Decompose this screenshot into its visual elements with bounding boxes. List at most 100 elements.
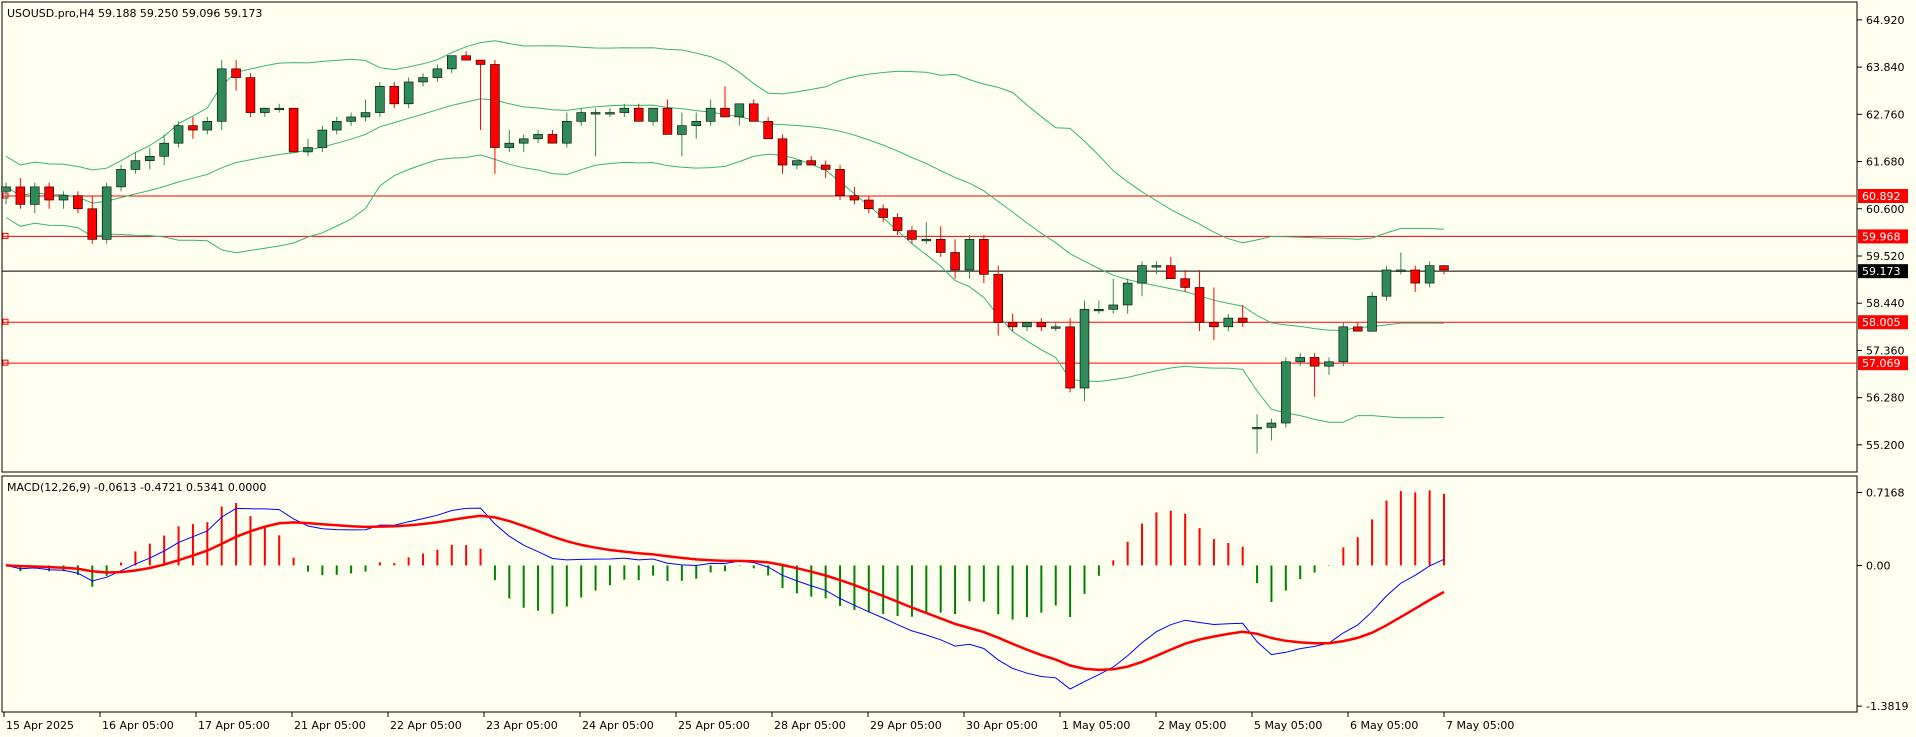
candle-body[interactable] xyxy=(1050,326,1061,329)
candle-body[interactable] xyxy=(202,121,213,131)
candle-body[interactable] xyxy=(1036,322,1047,328)
candle-body[interactable] xyxy=(648,107,658,122)
candle-body[interactable] xyxy=(15,186,26,205)
candle-body[interactable] xyxy=(777,138,788,166)
candle-body[interactable] xyxy=(490,64,500,148)
candle-body[interactable] xyxy=(288,107,299,153)
candle-body[interactable] xyxy=(1352,326,1363,332)
candle-body[interactable] xyxy=(562,121,572,144)
candle-body[interactable] xyxy=(1295,357,1305,363)
candle-body[interactable] xyxy=(720,107,730,118)
candle-body[interactable] xyxy=(317,129,328,148)
candle-body[interactable] xyxy=(1424,265,1435,284)
candle-body[interactable] xyxy=(1410,269,1420,284)
candle-body[interactable] xyxy=(964,239,975,271)
candle-body[interactable] xyxy=(346,116,356,122)
candle-body[interactable] xyxy=(1151,265,1162,268)
candle-body[interactable] xyxy=(274,107,284,110)
candle-body[interactable] xyxy=(749,103,759,122)
candle-body[interactable] xyxy=(260,107,270,113)
candle-body[interactable] xyxy=(1252,427,1262,430)
candle-body[interactable] xyxy=(662,107,673,135)
candle-body[interactable] xyxy=(101,186,112,240)
candle-body[interactable] xyxy=(820,164,831,170)
candle-body[interactable] xyxy=(432,68,443,78)
candle-body[interactable] xyxy=(73,195,83,210)
candle-body[interactable] xyxy=(907,230,917,240)
chart-canvas[interactable]: 64.920 63.840 62.760 61.680 60.600 59.520 58.4… xyxy=(0,0,1916,737)
candle-body[interactable] xyxy=(375,86,385,113)
candle-body[interactable] xyxy=(1180,278,1190,288)
candle-body[interactable] xyxy=(878,208,888,218)
candle-body[interactable] xyxy=(792,160,802,166)
candle-body[interactable] xyxy=(1094,309,1104,312)
candle-body[interactable] xyxy=(1396,269,1406,272)
candle-body[interactable] xyxy=(418,77,428,83)
candle-body[interactable] xyxy=(145,155,155,161)
candle-body[interactable] xyxy=(849,195,860,201)
candle-body[interactable] xyxy=(1338,326,1349,363)
candle-body[interactable] xyxy=(1439,265,1449,271)
candle-body[interactable] xyxy=(1,186,11,192)
candle-body[interactable] xyxy=(130,160,141,170)
candle-body[interactable] xyxy=(590,112,601,115)
candle-body[interactable] xyxy=(1079,309,1090,389)
candle-body[interactable] xyxy=(935,239,946,253)
candle-body[interactable] xyxy=(475,59,486,65)
candle-body[interactable] xyxy=(1209,322,1219,328)
candle-body[interactable] xyxy=(116,169,126,188)
candle-body[interactable] xyxy=(403,81,414,105)
candle-body[interactable] xyxy=(921,239,932,242)
candle-body[interactable] xyxy=(605,112,615,115)
candle-body[interactable] xyxy=(245,77,256,113)
candle-body[interactable] xyxy=(303,147,313,153)
candle-body[interactable] xyxy=(1194,287,1205,323)
candle-body[interactable] xyxy=(1381,269,1392,297)
candle-body[interactable] xyxy=(1367,295,1377,332)
candle-body[interactable] xyxy=(331,121,342,131)
candle-body[interactable] xyxy=(231,68,241,78)
candle-body[interactable] xyxy=(30,186,40,205)
candle-body[interactable] xyxy=(1324,361,1334,367)
candle-body[interactable] xyxy=(979,239,989,275)
candle-body[interactable] xyxy=(159,142,169,157)
candle-body[interactable] xyxy=(87,208,98,240)
candle-body[interactable] xyxy=(1007,322,1018,328)
candle-body[interactable] xyxy=(533,134,543,140)
candle-body[interactable] xyxy=(950,252,960,271)
candle-body[interactable] xyxy=(1223,317,1234,328)
candle-body[interactable] xyxy=(173,125,184,144)
candle-body[interactable] xyxy=(734,103,745,118)
candle-body[interactable] xyxy=(360,112,371,118)
candle-body[interactable] xyxy=(447,55,457,70)
candle-body[interactable] xyxy=(892,217,903,231)
candle-body[interactable] xyxy=(691,121,701,126)
candle-body[interactable] xyxy=(1166,265,1176,280)
candle-body[interactable] xyxy=(216,68,227,122)
candle-body[interactable] xyxy=(633,107,644,122)
candle-body[interactable] xyxy=(461,55,471,61)
candle-body[interactable] xyxy=(835,169,845,196)
candle-body[interactable] xyxy=(1266,422,1277,428)
candle-body[interactable] xyxy=(1237,317,1248,323)
candle-body[interactable] xyxy=(518,138,529,144)
candle-body[interactable] xyxy=(1137,265,1147,284)
candle-body[interactable] xyxy=(864,199,874,210)
candle-body[interactable] xyxy=(677,125,687,135)
candle-body[interactable] xyxy=(1022,322,1032,328)
candle-body[interactable] xyxy=(993,274,1003,323)
candle-body[interactable] xyxy=(619,107,630,113)
candle-body[interactable] xyxy=(1122,282,1133,306)
candle-body[interactable] xyxy=(576,112,586,122)
candle-body[interactable] xyxy=(763,121,773,140)
candle-body[interactable] xyxy=(1108,304,1119,310)
candle-body[interactable] xyxy=(705,107,716,122)
candle-body[interactable] xyxy=(1065,326,1075,389)
candle-body[interactable] xyxy=(188,125,198,131)
candle-body[interactable] xyxy=(58,195,69,201)
candle-body[interactable] xyxy=(504,142,515,148)
candle-body[interactable] xyxy=(547,134,558,144)
candle-body[interactable] xyxy=(1309,357,1320,367)
candle-body[interactable] xyxy=(806,160,817,166)
candle-body[interactable] xyxy=(1281,361,1291,424)
